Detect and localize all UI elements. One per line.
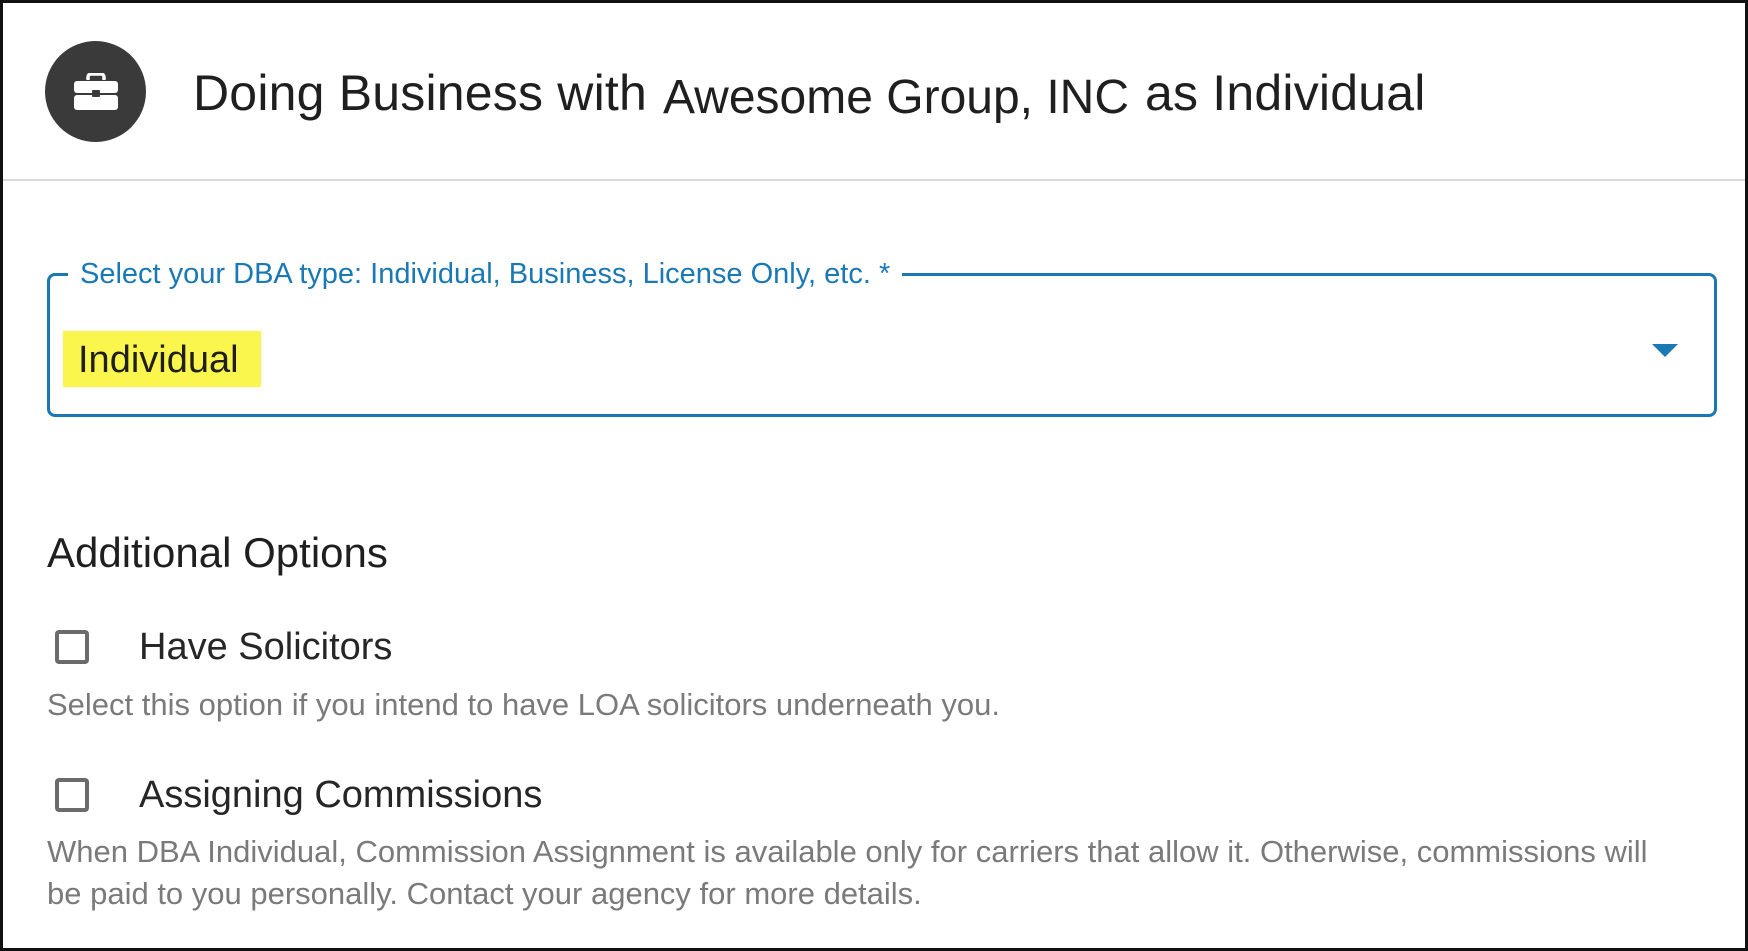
assigning-commissions-label: Assigning Commissions — [139, 773, 543, 816]
dropdown-arrow-icon[interactable] — [1652, 344, 1678, 357]
have-solicitors-help: Select this option if you intend to have… — [47, 687, 1000, 722]
title-suffix: as Individual — [1145, 65, 1426, 121]
dba-type-select[interactable]: Select your DBA type: Individual, Busine… — [47, 254, 1717, 417]
assigning-commissions-help: When DBA Individual, Commission Assignme… — [47, 834, 1648, 911]
dba-dialog: Doing Business with Awesome Group, INC a… — [0, 0, 1748, 951]
briefcase-icon — [73, 72, 118, 110]
have-solicitors-checkbox[interactable] — [55, 630, 89, 664]
assigning-commissions-option[interactable]: Assigning Commissions — [47, 765, 542, 825]
dba-type-label: Select your DBA type: Individual, Busine… — [68, 254, 903, 294]
additional-options-heading: Additional Options — [47, 529, 388, 576]
have-solicitors-label: Have Solicitors — [139, 625, 393, 668]
header-avatar — [45, 41, 146, 142]
assigning-commissions-checkbox[interactable] — [55, 778, 89, 812]
have-solicitors-option[interactable]: Have Solicitors — [47, 617, 392, 677]
company-name: Awesome Group, INC — [663, 70, 1129, 124]
page-title: Doing Business with Awesome Group, INC a… — [193, 57, 1426, 129]
dialog-header: Doing Business with Awesome Group, INC a… — [3, 3, 1745, 181]
dba-type-value: Individual — [63, 331, 261, 387]
title-prefix: Doing Business with — [193, 65, 648, 121]
